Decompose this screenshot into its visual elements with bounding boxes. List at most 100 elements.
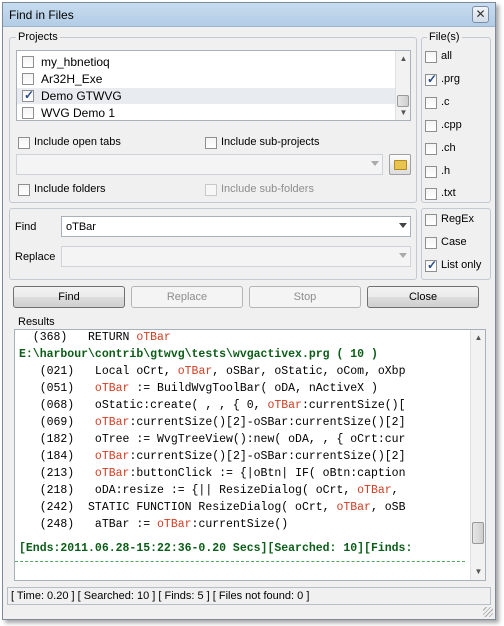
- scroll-up-icon[interactable]: ▲: [396, 51, 411, 66]
- results-pane[interactable]: (368) RETURN oTBar E:\harbour\contrib\gt…: [14, 329, 486, 581]
- result-line[interactable]: (248) aTBar := oTBar:currentSize(): [19, 518, 288, 534]
- scroll-down-icon[interactable]: ▼: [396, 105, 411, 120]
- file-txt-checkbox[interactable]: [425, 188, 437, 200]
- list-only-checkbox[interactable]: [425, 258, 437, 272]
- result-file-path[interactable]: E:\harbour\contrib\gtwvg\tests\wvgactive…: [19, 348, 378, 364]
- list-item[interactable]: Ar32H_Exe: [17, 71, 395, 87]
- result-hit: oTBar: [357, 484, 392, 497]
- projects-list[interactable]: my_hbnetioq Ar32H_Exe Demo GTWVG WVG Dem…: [16, 50, 411, 121]
- result-line-suffix: , oSBar, oStatic, oCom, oXbp: [212, 365, 406, 378]
- scroll-up-icon[interactable]: ▲: [471, 330, 485, 345]
- file-cpp-checkbox[interactable]: [425, 120, 437, 132]
- chevron-down-icon[interactable]: [399, 223, 407, 228]
- case-label: Case: [441, 236, 467, 248]
- chevron-down-icon: [371, 161, 379, 166]
- list-item[interactable]: WVG Demo 1: [17, 105, 395, 121]
- file-ch-checkbox[interactable]: [425, 143, 437, 155]
- file-txt-label: .txt: [441, 187, 456, 199]
- close-window-button[interactable]: ✕: [472, 6, 489, 23]
- file-h-checkbox[interactable]: [425, 166, 437, 178]
- find-label: Find: [15, 221, 37, 233]
- close-button[interactable]: Close: [367, 286, 479, 308]
- result-hit: oTBar: [136, 331, 171, 344]
- file-prg-checkbox[interactable]: [425, 72, 437, 86]
- find-combo[interactable]: oTBar: [61, 216, 411, 237]
- include-open-tabs-checkbox[interactable]: [18, 137, 30, 149]
- window-title: Find in Files: [9, 8, 74, 22]
- result-line[interactable]: (051) oTBar := BuildWvgToolBar( oDA, nAc…: [19, 382, 378, 398]
- title-bar[interactable]: Find in Files ✕: [3, 3, 495, 27]
- replace-label: Replace: [15, 251, 56, 263]
- result-line-prefix: (021) Local oCrt,: [19, 365, 178, 378]
- result-hit: oTBar: [267, 399, 302, 412]
- file-cpp-label: .cpp: [441, 119, 462, 131]
- project-checkbox[interactable]: [22, 107, 34, 119]
- find-value[interactable]: oTBar: [66, 221, 96, 233]
- project-checkbox[interactable]: [22, 88, 34, 102]
- files-group-label: File(s): [427, 31, 462, 43]
- include-sub-folders-checkbox: [205, 184, 217, 196]
- result-line[interactable]: (218) oDA:resize := {|| ResizeDialog( oC…: [19, 484, 399, 500]
- result-line-prefix: (213): [19, 467, 95, 480]
- result-line-prefix: (068) oStatic:create( , , { 0,: [19, 399, 268, 412]
- result-line[interactable]: (368) RETURN oTBar: [19, 331, 171, 347]
- project-checkbox[interactable]: [22, 56, 34, 68]
- result-line-suffix: ,: [391, 484, 399, 497]
- result-hit: oTBar: [157, 518, 192, 531]
- include-folders-checkbox[interactable]: [18, 184, 30, 196]
- resize-grip-icon[interactable]: [483, 607, 493, 617]
- result-hit: oTBar: [94, 467, 130, 480]
- regex-label: RegEx: [441, 213, 475, 225]
- result-hit: oTBar: [94, 416, 130, 429]
- results-scrollbar[interactable]: ▲ ▼: [470, 330, 485, 580]
- result-line-prefix: (069): [19, 416, 95, 429]
- projects-scrollbar[interactable]: ▲ ▼: [395, 51, 410, 120]
- regex-checkbox[interactable]: [425, 214, 437, 226]
- find-button[interactable]: Find: [13, 286, 125, 308]
- include-sub-folders-label: Include sub-folders: [221, 183, 314, 195]
- folder-path-combo: [16, 154, 383, 175]
- result-line-suffix: :currentSize()[2]-oSBar:currentSize()[2]: [129, 416, 406, 429]
- result-line[interactable]: (242) STATIC FUNCTION ResizeDialog( oCrt…: [19, 501, 406, 517]
- list-item-selected[interactable]: Demo GTWVG: [17, 88, 395, 104]
- file-h-label: .h: [441, 165, 451, 177]
- file-ch-label: .ch: [441, 142, 456, 154]
- project-checkbox[interactable]: [22, 73, 34, 85]
- result-line-prefix: (184): [19, 450, 95, 463]
- result-line-prefix: (368) RETURN: [19, 331, 137, 344]
- project-label: WVG Demo 1: [41, 106, 116, 120]
- result-line[interactable]: (021) Local oCrt, oTBar, oSBar, oStatic,…: [19, 365, 406, 381]
- result-line-prefix: (218) oDA:resize := {|| ResizeDialog( oC…: [19, 484, 358, 497]
- result-line[interactable]: (213) oTBar:buttonClick := {|oBtn| IF( o…: [19, 467, 406, 483]
- scroll-thumb[interactable]: [472, 522, 484, 544]
- result-line[interactable]: (069) oTBar:currentSize()[2]-oSBar:curre…: [19, 416, 406, 432]
- replace-combo: [61, 246, 411, 267]
- result-line-suffix: := BuildWvgToolBar( oDA, nActiveX ): [129, 382, 378, 395]
- status-bar: [ Time: 0.20 ] [ Searched: 10 ] [ Finds:…: [7, 587, 491, 605]
- result-line-suffix: :currentSize(): [191, 518, 289, 531]
- result-hit: oTBar: [94, 450, 130, 463]
- result-line[interactable]: (068) oStatic:create( , , { 0, oTBar:cur…: [19, 399, 406, 415]
- scroll-down-icon[interactable]: ▼: [471, 564, 485, 579]
- result-hit: oTBar: [177, 365, 213, 378]
- browse-folder-button[interactable]: [389, 154, 411, 175]
- result-line-prefix: (051): [19, 382, 95, 395]
- project-label: Ar32H_Exe: [41, 72, 103, 86]
- file-prg-label: .prg: [441, 73, 460, 85]
- result-line-suffix: , oSB: [370, 501, 406, 514]
- include-sub-projects-checkbox[interactable]: [205, 137, 217, 149]
- result-line-suffix: :currentSize()[2]-oSBar:currentSize()[2]: [129, 450, 406, 463]
- results-label: Results: [18, 316, 55, 328]
- result-line-prefix: (242) STATIC FUNCTION ResizeDialog( oCrt…: [19, 501, 337, 514]
- list-only-label: List only: [441, 259, 482, 271]
- stop-button: Stop: [249, 286, 361, 308]
- result-line[interactable]: (182) oTree := WvgTreeView():new( oDA, ,…: [19, 433, 406, 449]
- result-line-suffix: :buttonClick := {|oBtn| IF( oBtn:caption: [129, 467, 406, 480]
- list-item[interactable]: my_hbnetioq: [17, 54, 395, 70]
- file-c-checkbox[interactable]: [425, 97, 437, 109]
- case-checkbox[interactable]: [425, 237, 437, 249]
- file-all-checkbox[interactable]: [425, 51, 437, 63]
- result-line[interactable]: (184) oTBar:currentSize()[2]-oSBar:curre…: [19, 450, 406, 466]
- file-c-label: .c: [441, 96, 450, 108]
- chevron-down-icon: [399, 253, 407, 258]
